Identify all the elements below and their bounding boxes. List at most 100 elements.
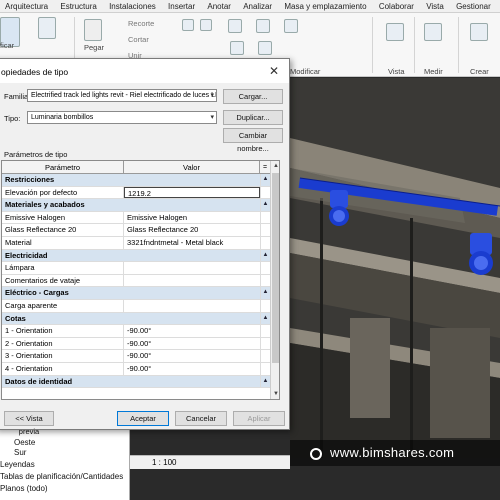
recorte-button[interactable]: Recorte: [128, 19, 154, 28]
table-group-row[interactable]: Cotas ▲: [2, 312, 270, 326]
collapse-icon[interactable]: ▲: [260, 199, 270, 211]
collapse-icon[interactable]: ▲: [260, 312, 270, 325]
table-row[interactable]: Carga aparente: [2, 299, 270, 313]
tipo-select[interactable]: Luminaria bombillos ▾: [27, 111, 217, 124]
collapse-icon[interactable]: ▲: [260, 174, 270, 186]
table-row[interactable]: Comentarios de vataje: [2, 274, 270, 288]
menu-analizar[interactable]: Analizar: [238, 0, 277, 11]
formula-cell[interactable]: [260, 299, 270, 312]
table-row[interactable]: Emissive Halogen Emissive Halogen: [2, 211, 270, 225]
menu-insertar[interactable]: Insertar: [163, 0, 200, 11]
parameter-name: 4 - Orientation: [2, 362, 124, 375]
pegar-label: Pegar: [84, 43, 105, 52]
table-row[interactable]: Lámpara: [2, 262, 270, 275]
browser-item-tablas[interactable]: Tablas de planificación/Cantidades: [0, 472, 123, 481]
create-icon[interactable]: [470, 23, 488, 41]
properties-icon[interactable]: [38, 17, 56, 39]
aplicar-button[interactable]: Aplicar: [233, 411, 285, 426]
cortar-button[interactable]: Cortar: [128, 35, 149, 44]
formula-cell[interactable]: [260, 350, 270, 362]
paste-icon[interactable]: [84, 19, 102, 41]
scroll-thumb[interactable]: [272, 173, 279, 363]
formula-cell[interactable]: [260, 186, 270, 199]
browser-item-oeste[interactable]: Oeste: [14, 438, 35, 447]
parameter-value[interactable]: Emissive Halogen: [124, 212, 260, 224]
parameter-value[interactable]: -90.00°: [124, 338, 260, 350]
parameter-value[interactable]: 3321fndntmetal - Metal black: [124, 237, 260, 249]
table-row[interactable]: 2 - Orientation -90.00°: [2, 337, 270, 351]
menu-instalaciones[interactable]: Instalaciones: [104, 0, 161, 11]
menu-estructura[interactable]: Estructura: [55, 0, 101, 11]
parameter-value[interactable]: [124, 275, 260, 287]
table-row[interactable]: Elevación por defecto 1219.2: [2, 186, 270, 200]
tool-icon[interactable]: [182, 19, 194, 31]
menu-arquitectura[interactable]: Arquitectura: [0, 0, 53, 11]
move-icon[interactable]: [228, 19, 242, 33]
cambiar-nombre-button[interactable]: Cambiar nombre...: [223, 128, 283, 153]
table-group-row[interactable]: Restricciones ▲: [2, 174, 270, 187]
table-row[interactable]: Material 3321fndntmetal - Metal black: [2, 236, 270, 250]
browser-item-leyendas[interactable]: Leyendas: [0, 460, 35, 469]
parameter-value[interactable]: -90.00°: [124, 363, 260, 375]
formula-cell[interactable]: [260, 362, 270, 375]
column-header-parametro[interactable]: Parámetro: [2, 161, 124, 174]
parameter-value[interactable]: 1219.2: [124, 186, 260, 199]
menu-masa[interactable]: Masa y emplazamiento: [279, 0, 371, 11]
table-group-row[interactable]: Datos de identidad ▲: [2, 375, 270, 389]
ribbon-menubar: Arquitectura Estructura Instalaciones In…: [0, 0, 500, 13]
close-icon[interactable]: ✕: [269, 64, 279, 78]
model-viewport[interactable]: [290, 78, 500, 458]
collapse-icon[interactable]: ▲: [260, 249, 270, 262]
parameter-name: 2 - Orientation: [2, 337, 124, 350]
table-group-row[interactable]: Eléctrico - Cargas ▲: [2, 287, 270, 300]
vista-previa-button[interactable]: << Vista previa: [4, 411, 54, 436]
parameter-value[interactable]: Glass Reflectance 20: [124, 224, 260, 236]
menu-colaborar[interactable]: Colaborar: [374, 0, 419, 11]
scroll-up-icon[interactable]: ▲: [271, 161, 279, 171]
menu-vista[interactable]: Vista: [421, 0, 449, 11]
collapse-icon[interactable]: ▲: [260, 375, 270, 388]
menu-gestionar[interactable]: Gestionar: [451, 0, 496, 11]
collapse-icon[interactable]: ▲: [260, 287, 270, 299]
formula-cell[interactable]: [260, 337, 270, 350]
table-row[interactable]: Glass Reflectance 20 Glass Reflectance 20: [2, 224, 270, 237]
column-header-valor[interactable]: Valor: [124, 161, 260, 174]
formula-cell[interactable]: [260, 262, 270, 274]
measure-icon[interactable]: [424, 23, 442, 41]
array-icon[interactable]: [258, 41, 272, 55]
parameter-name: Comentarios de vataje: [2, 274, 124, 287]
duplicar-button[interactable]: Duplicar...: [223, 110, 283, 125]
parameter-value[interactable]: -90.00°: [124, 325, 260, 337]
parameter-name: Material: [2, 236, 124, 249]
formula-cell[interactable]: [260, 325, 270, 337]
table-row[interactable]: 3 - Orientation -90.00°: [2, 350, 270, 363]
formula-cell[interactable]: [260, 236, 270, 249]
view-icon[interactable]: [386, 23, 404, 41]
cancelar-button[interactable]: Cancelar: [175, 411, 227, 426]
parameter-value[interactable]: [124, 262, 260, 274]
browser-item-sur[interactable]: Sur: [14, 448, 26, 457]
rotate-icon[interactable]: [230, 41, 244, 55]
table-group-row[interactable]: Electricidad ▲: [2, 249, 270, 263]
table-row[interactable]: 1 - Orientation -90.00°: [2, 325, 270, 338]
tool-icon[interactable]: [200, 19, 212, 31]
formula-cell[interactable]: [260, 211, 270, 224]
table-scrollbar[interactable]: ▲ ▼: [270, 161, 279, 399]
parameter-value[interactable]: [124, 300, 260, 312]
table-row[interactable]: 4 - Orientation -90.00°: [2, 362, 270, 376]
aceptar-button[interactable]: Aceptar: [117, 411, 169, 426]
parameter-value[interactable]: -90.00°: [124, 350, 260, 362]
cargar-button[interactable]: Cargar...: [223, 89, 283, 104]
formula-cell[interactable]: [260, 274, 270, 287]
copy-icon[interactable]: [256, 19, 270, 33]
mirror-icon[interactable]: [284, 19, 298, 33]
familia-select[interactable]: Electrified track led lights revit - Rie…: [27, 89, 217, 102]
table-group-row[interactable]: Materiales y acabados ▲: [2, 199, 270, 212]
formula-cell[interactable]: [260, 224, 270, 236]
project-browser: Oeste Sur Leyendas Tablas de planificaci…: [0, 430, 130, 500]
browser-item-planos[interactable]: Planos (todo): [0, 484, 48, 493]
scroll-down-icon[interactable]: ▼: [271, 389, 279, 399]
chevron-down-icon: ▾: [210, 92, 214, 99]
menu-anotar[interactable]: Anotar: [202, 0, 236, 11]
view-scale[interactable]: 1 : 100: [152, 458, 176, 467]
